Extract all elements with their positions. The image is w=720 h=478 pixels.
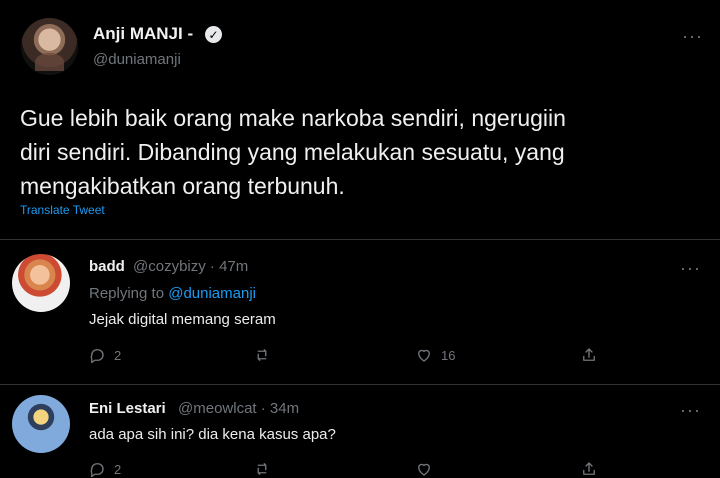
- reply-avatar-badd[interactable]: [12, 254, 70, 312]
- author-avatar[interactable]: [21, 18, 78, 75]
- share-action[interactable]: [580, 460, 598, 478]
- replying-to-handle-link[interactable]: @duniamanji: [168, 285, 256, 302]
- author-name[interactable]: Anji MANJI -: [93, 24, 193, 44]
- reply-action[interactable]: 2: [88, 346, 121, 364]
- replying-prefix: Replying to: [89, 285, 165, 302]
- retweet-action[interactable]: [253, 346, 271, 364]
- heart-icon: [418, 349, 430, 362]
- tweet-text-line-1: Gue lebih baik orang make narkoba sendir…: [20, 105, 566, 131]
- reply-text: Jejak digital memang seram: [89, 311, 276, 328]
- replying-to: Replying to @duniamanji: [89, 285, 256, 302]
- reply-count: 2: [114, 347, 122, 363]
- reply-count: 2: [114, 461, 122, 477]
- translate-tweet-link[interactable]: Translate Tweet: [20, 203, 105, 217]
- verified-badge-icon: ✓: [205, 26, 222, 43]
- retweet-action[interactable]: [253, 460, 271, 478]
- retweet-icon: [257, 463, 267, 475]
- heart-icon: [418, 463, 430, 476]
- reply-avatar-eni[interactable]: [12, 395, 70, 453]
- share-icon: [583, 462, 595, 475]
- like-action[interactable]: 16: [415, 346, 455, 364]
- divider: [0, 384, 720, 385]
- reply-icon: [90, 463, 104, 478]
- reply-handle-time[interactable]: @cozybizy · 47m: [133, 258, 248, 275]
- reply-action[interactable]: 2: [88, 460, 121, 478]
- retweet-icon: [257, 349, 267, 361]
- reply-more-icon[interactable]: ···: [680, 259, 701, 277]
- share-icon: [583, 348, 595, 361]
- tweet-more-icon[interactable]: ···: [682, 27, 703, 45]
- reply-text: ada apa sih ini? dia kena kasus apa?: [89, 426, 336, 443]
- tweet-text: Gue lebih baik orang make narkoba sendir…: [20, 101, 690, 203]
- tweet-text-line-2: diri sendiri. Dibanding yang melakukan s…: [20, 139, 565, 165]
- reply-handle-time[interactable]: @meowlcat · 34m: [178, 400, 299, 417]
- share-action[interactable]: [580, 346, 598, 364]
- reply-icon: [90, 349, 104, 364]
- tweet-text-line-3: mengakibatkan orang terbunuh.: [20, 173, 345, 199]
- like-action[interactable]: [415, 460, 433, 478]
- author-handle[interactable]: @duniamanji: [93, 51, 181, 68]
- reply-author-name[interactable]: Eni Lestari: [89, 400, 166, 417]
- reply-author-name[interactable]: badd: [89, 258, 125, 275]
- divider: [0, 239, 720, 240]
- like-count: 16: [441, 347, 456, 363]
- reply-more-icon[interactable]: ···: [680, 401, 701, 419]
